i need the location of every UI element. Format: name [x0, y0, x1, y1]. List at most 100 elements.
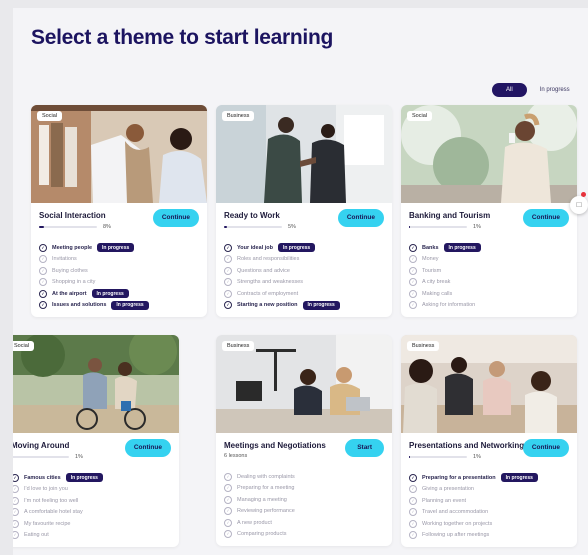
progress-percent: 1%	[473, 454, 481, 460]
lesson-label: Strengths and weaknesses	[237, 279, 304, 286]
lesson-label: A city break	[422, 279, 451, 286]
filter-all-button[interactable]: All	[492, 83, 527, 97]
lesson-label: Managing a meeting	[237, 496, 287, 503]
lesson-item[interactable]: ✓ My favourite recipe	[13, 518, 171, 530]
lesson-item[interactable]: ✓ Travel and accommodation	[409, 507, 569, 519]
lesson-item[interactable]: ✓ Banks In progress	[409, 242, 569, 254]
continue-button[interactable]: Continue	[522, 209, 569, 227]
lesson-label: At the airport	[52, 290, 87, 297]
lesson-item[interactable]: ✓ Meeting people In progress	[39, 242, 199, 254]
filter-toggle: All In progress	[492, 82, 579, 98]
lesson-item[interactable]: ✓ Money	[409, 254, 569, 266]
lesson-item[interactable]: ✓ Questions and advice	[224, 265, 384, 277]
filter-in-progress-button[interactable]: In progress	[531, 83, 579, 97]
lesson-item[interactable]: ✓ I'd love to join you	[13, 484, 171, 496]
lesson-list: ✓ Banks In progress ✓ Money ✓ Tourism ✓ A city b…	[409, 242, 569, 311]
lesson-list: ✓ Dealing with complaints ✓ Preparing for a…	[224, 471, 384, 540]
chat-icon[interactable]: □	[570, 196, 588, 214]
in-progress-badge: In progress	[302, 300, 340, 310]
page-title: Select a theme to start learning	[31, 26, 333, 49]
lesson-item[interactable]: ✓ Starting a new position In progress	[224, 300, 384, 312]
lesson-item[interactable]: ✓ Managing a meeting	[224, 494, 384, 506]
lesson-item[interactable]: ✓ Giving a presentation	[409, 484, 569, 496]
lesson-item[interactable]: ✓ At the airport In progress	[39, 288, 199, 300]
lesson-item[interactable]: ✓ Shopping in a city	[39, 277, 199, 289]
lesson-item[interactable]: ✓ I'm not feeling too well	[13, 495, 171, 507]
check-circle-icon: ✓	[409, 519, 417, 528]
lesson-item[interactable]: ✓ Dealing with complaints	[224, 471, 384, 483]
lesson-item[interactable]: ✓ Tourism	[409, 265, 569, 277]
lesson-label: Roles and responsibilities	[237, 256, 300, 263]
lesson-label: Issues and solutions	[52, 302, 107, 309]
category-tag: Business	[222, 341, 255, 351]
lesson-item[interactable]: ✓ Comparing products	[224, 529, 384, 541]
category-tag: Social	[407, 111, 432, 121]
theme-card-banking-and-tourism[interactable]: Social Banking and Tourism 1% Continue ✓…	[401, 105, 577, 317]
lesson-item[interactable]: ✓ Contracts of employment	[224, 288, 384, 300]
lesson-item[interactable]: ✓ A city break	[409, 277, 569, 289]
lesson-item[interactable]: ✓ Working together on projects	[409, 518, 569, 530]
progress-fill	[224, 226, 227, 228]
check-circle-icon: ✓	[13, 473, 19, 482]
lesson-list: ✓ Your ideal job In progress ✓ Roles and res…	[224, 242, 384, 311]
lesson-item[interactable]: ✓ Planning an event	[409, 495, 569, 507]
lesson-item[interactable]: ✓ Invitations	[39, 254, 199, 266]
progress-bar	[13, 456, 69, 458]
check-circle-icon: ✓	[224, 255, 232, 264]
check-circle-icon: ✓	[224, 278, 232, 287]
lesson-label: Shopping in a city	[52, 279, 96, 286]
check-circle-icon: ✓	[409, 485, 417, 494]
lesson-item[interactable]: ✓ Buying clothes	[39, 265, 199, 277]
progress-fill	[409, 456, 411, 458]
lesson-label: Your ideal job	[237, 244, 273, 251]
lesson-item[interactable]: ✓ Reviewing performance	[224, 506, 384, 518]
lesson-item[interactable]: ✓ Making calls	[409, 288, 569, 300]
lesson-label: Starting a new position	[237, 302, 298, 309]
check-circle-icon: ✓	[39, 301, 47, 310]
lesson-item[interactable]: ✓ Following up after meetings	[409, 530, 569, 542]
lesson-item[interactable]: ✓ Eating out	[13, 530, 171, 542]
lesson-item[interactable]: ✓ Your ideal job In progress	[224, 242, 384, 254]
lesson-list: ✓ Famous cities In progress ✓ I'd love to jo…	[13, 472, 171, 541]
lesson-item[interactable]: ✓ Preparing for a meeting	[224, 483, 384, 495]
check-circle-icon: ✓	[224, 507, 232, 516]
lesson-item[interactable]: ✓ Asking for information	[409, 300, 569, 312]
category-tag: Social	[37, 111, 62, 121]
start-button[interactable]: Start	[345, 439, 384, 457]
theme-card-moving-around[interactable]: Social Moving Around 1% Continue ✓ Famous…	[13, 335, 179, 547]
check-circle-icon: ✓	[224, 289, 232, 298]
check-circle-icon: ✓	[13, 519, 19, 528]
check-circle-icon: ✓	[409, 243, 417, 252]
lesson-item[interactable]: ✓ A comfortable hotel stay	[13, 507, 171, 519]
in-progress-badge: In progress	[91, 289, 129, 299]
check-circle-icon: ✓	[13, 508, 19, 517]
lesson-label: Working together on projects	[422, 520, 493, 527]
theme-card-social-interaction[interactable]: Social Social Interaction 8% Continue ✓ M…	[31, 105, 207, 317]
theme-image: Social	[31, 105, 207, 203]
continue-button[interactable]: Continue	[522, 439, 569, 457]
continue-button[interactable]: Continue	[337, 209, 384, 227]
continue-button[interactable]: Continue	[124, 439, 171, 457]
lesson-item[interactable]: ✓ Preparing for a presentation In progress	[409, 472, 569, 484]
lesson-item[interactable]: ✓ Strengths and weaknesses	[224, 277, 384, 289]
check-circle-icon: ✓	[409, 531, 417, 540]
lesson-item[interactable]: ✓ Famous cities In progress	[13, 472, 171, 484]
theme-card-ready-to-work[interactable]: Business Ready to Work 5% Continue ✓ Your…	[216, 105, 392, 317]
lesson-item[interactable]: ✓ A new product	[224, 517, 384, 529]
progress-bar	[224, 226, 282, 228]
check-circle-icon: ✓	[224, 472, 232, 481]
in-progress-badge: In progress	[277, 243, 316, 253]
lesson-item[interactable]: ✓ Issues and solutions In progress	[39, 300, 199, 312]
check-circle-icon: ✓	[224, 530, 232, 539]
progress-bar	[39, 226, 97, 228]
theme-card-meetings-and-negotiations[interactable]: Business Meetings and Negotiations 6 les…	[216, 335, 392, 546]
lesson-item[interactable]: ✓ Roles and responsibilities	[224, 254, 384, 266]
progress-bar	[409, 226, 467, 228]
progress-percent: 1%	[75, 454, 83, 460]
continue-button[interactable]: Continue	[152, 209, 199, 227]
lesson-label: Eating out	[24, 532, 49, 539]
theme-image: Social	[401, 105, 577, 203]
lesson-label: Comparing products	[237, 531, 287, 538]
lesson-label: I'd love to join you	[24, 486, 68, 493]
theme-card-presentations-and-networking[interactable]: Business Presentations and Networking 1%…	[401, 335, 577, 547]
